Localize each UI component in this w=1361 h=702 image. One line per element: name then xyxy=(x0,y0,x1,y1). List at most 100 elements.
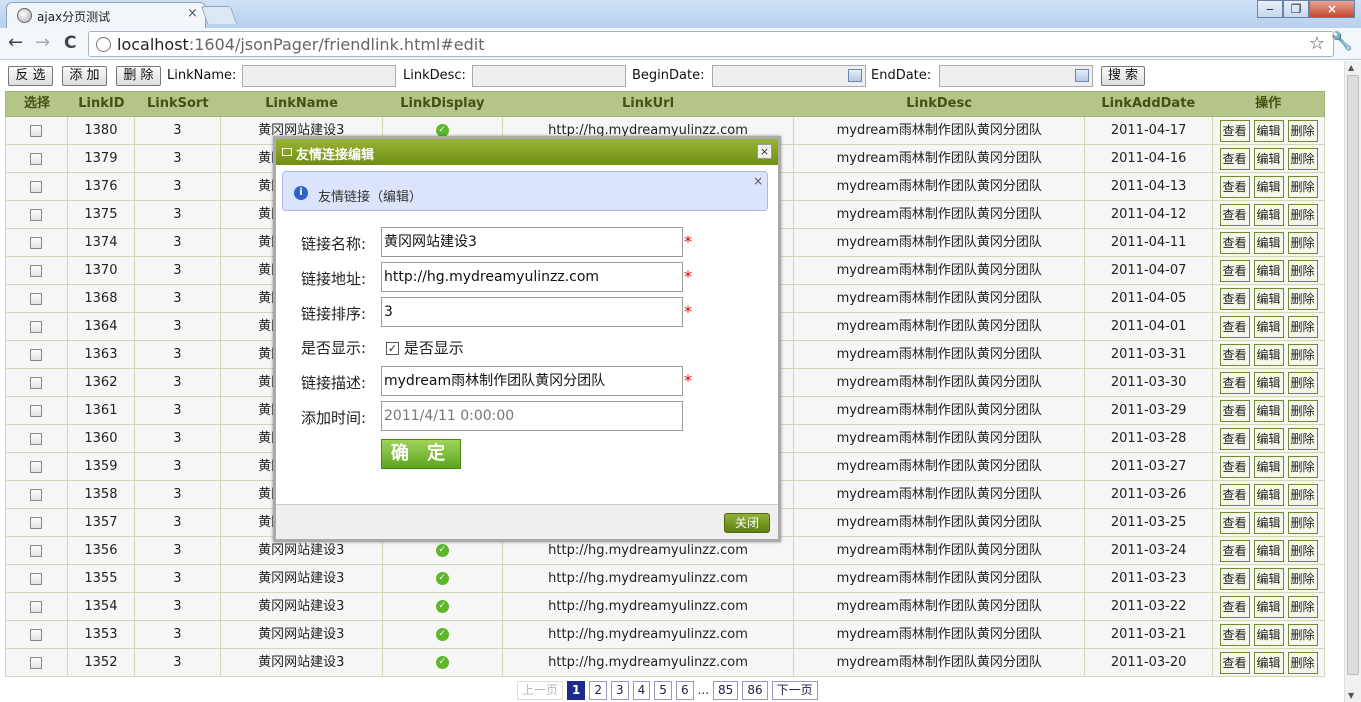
row-checkbox[interactable] xyxy=(30,656,43,669)
view-button[interactable]: 查看 xyxy=(1219,147,1250,170)
edit-button[interactable]: 编辑 xyxy=(1253,623,1284,646)
view-button[interactable]: 查看 xyxy=(1219,371,1250,394)
window-close-button[interactable]: × xyxy=(1309,0,1355,18)
view-button[interactable]: 查看 xyxy=(1219,399,1250,422)
scrollbar-thumb[interactable] xyxy=(1347,75,1359,675)
next-page-button[interactable]: 下一页 xyxy=(771,680,818,700)
prev-page-button[interactable]: 上一页 xyxy=(517,680,564,700)
desc-input[interactable]: mydream雨林制作团队黄冈分团队 xyxy=(381,366,683,396)
edit-button[interactable]: 编辑 xyxy=(1253,399,1284,422)
view-button[interactable]: 查看 xyxy=(1219,287,1250,310)
row-checkbox[interactable] xyxy=(30,180,43,193)
scroll-up-icon[interactable]: ▲ xyxy=(1348,63,1354,72)
delete-row-button[interactable]: 删除 xyxy=(1287,651,1318,674)
edit-button[interactable]: 编辑 xyxy=(1253,511,1284,534)
view-button[interactable]: 查看 xyxy=(1219,315,1250,338)
row-checkbox[interactable] xyxy=(30,404,43,417)
edit-button[interactable]: 编辑 xyxy=(1253,427,1284,450)
delete-row-button[interactable]: 删除 xyxy=(1287,539,1318,562)
row-checkbox[interactable] xyxy=(30,348,43,361)
dialog-close-button[interactable]: 关闭 xyxy=(724,513,770,533)
address-bar[interactable]: localhost:1604/jsonPager/friendlink.html… xyxy=(88,31,1334,57)
view-button[interactable]: 查看 xyxy=(1219,511,1250,534)
delete-button[interactable]: 删 除 xyxy=(116,66,161,86)
minimize-button[interactable]: ‒ xyxy=(1257,0,1283,18)
forward-arrow-icon[interactable]: → xyxy=(35,32,50,54)
page-3-button[interactable]: 3 xyxy=(611,680,629,700)
calendar-icon[interactable] xyxy=(1075,69,1089,82)
row-checkbox[interactable] xyxy=(30,124,43,137)
view-button[interactable]: 查看 xyxy=(1219,259,1250,282)
confirm-button[interactable]: 确 定 xyxy=(381,439,461,469)
page-2-button[interactable]: 2 xyxy=(589,680,608,700)
edit-button[interactable]: 编辑 xyxy=(1253,455,1284,478)
bookmark-star-icon[interactable]: ☆ xyxy=(1309,33,1325,54)
url-input[interactable]: http://hg.mydreamyulinzz.com xyxy=(381,262,683,292)
edit-button[interactable]: 编辑 xyxy=(1253,287,1284,310)
search-button[interactable]: 搜 索 xyxy=(1101,66,1145,86)
page-scrollbar[interactable]: ▲ ▼ xyxy=(1344,61,1361,702)
row-checkbox[interactable] xyxy=(30,572,43,585)
edit-button[interactable]: 编辑 xyxy=(1253,203,1284,226)
view-button[interactable]: 查看 xyxy=(1219,651,1250,674)
delete-row-button[interactable]: 删除 xyxy=(1287,371,1318,394)
delete-row-button[interactable]: 删除 xyxy=(1287,203,1318,226)
edit-button[interactable]: 编辑 xyxy=(1253,231,1284,254)
delete-row-button[interactable]: 删除 xyxy=(1287,119,1318,142)
view-button[interactable]: 查看 xyxy=(1219,455,1250,478)
linkname-input[interactable] xyxy=(242,65,396,87)
view-button[interactable]: 查看 xyxy=(1219,427,1250,450)
row-checkbox[interactable] xyxy=(30,320,43,333)
view-button[interactable]: 查看 xyxy=(1219,343,1250,366)
edit-button[interactable]: 编辑 xyxy=(1253,343,1284,366)
row-checkbox[interactable] xyxy=(30,544,43,557)
delete-row-button[interactable]: 删除 xyxy=(1287,595,1318,618)
wrench-menu-icon[interactable]: 🔧 xyxy=(1331,31,1353,52)
view-button[interactable]: 查看 xyxy=(1219,203,1250,226)
edit-button[interactable]: 编辑 xyxy=(1253,539,1284,562)
view-button[interactable]: 查看 xyxy=(1219,595,1250,618)
dialog-title-bar[interactable]: 友情连接编辑 × xyxy=(276,139,778,165)
edit-button[interactable]: 编辑 xyxy=(1253,147,1284,170)
view-button[interactable]: 查看 xyxy=(1219,483,1250,506)
edit-button[interactable]: 编辑 xyxy=(1253,595,1284,618)
delete-row-button[interactable]: 删除 xyxy=(1287,343,1318,366)
linkdesc-input[interactable] xyxy=(472,65,626,87)
edit-button[interactable]: 编辑 xyxy=(1253,371,1284,394)
page-5-button[interactable]: 5 xyxy=(654,680,672,700)
row-checkbox[interactable] xyxy=(30,488,43,501)
row-checkbox[interactable] xyxy=(30,432,43,445)
delete-row-button[interactable]: 删除 xyxy=(1287,567,1318,590)
delete-row-button[interactable]: 删除 xyxy=(1287,147,1318,170)
delete-row-button[interactable]: 删除 xyxy=(1287,399,1318,422)
edit-button[interactable]: 编辑 xyxy=(1253,315,1284,338)
edit-button[interactable]: 编辑 xyxy=(1253,567,1284,590)
page-4-button[interactable]: 4 xyxy=(632,680,651,700)
scroll-down-icon[interactable]: ▼ xyxy=(1348,691,1354,700)
page-85-button[interactable]: 85 xyxy=(713,680,739,700)
name-input[interactable]: 黄冈网站建设3 xyxy=(381,227,683,257)
delete-row-button[interactable]: 删除 xyxy=(1287,483,1318,506)
view-button[interactable]: 查看 xyxy=(1219,567,1250,590)
row-checkbox[interactable] xyxy=(30,460,43,473)
dialog-close-icon[interactable]: × xyxy=(757,144,772,159)
delete-row-button[interactable]: 删除 xyxy=(1287,175,1318,198)
delete-row-button[interactable]: 删除 xyxy=(1287,287,1318,310)
tab-close-icon[interactable]: × xyxy=(187,6,198,21)
row-checkbox[interactable] xyxy=(30,292,43,305)
time-input[interactable]: 2011/4/11 0:00:00 xyxy=(381,401,683,431)
row-checkbox[interactable] xyxy=(30,152,43,165)
edit-button[interactable]: 编辑 xyxy=(1253,175,1284,198)
delete-row-button[interactable]: 删除 xyxy=(1287,427,1318,450)
delete-row-button[interactable]: 删除 xyxy=(1287,315,1318,338)
view-button[interactable]: 查看 xyxy=(1219,623,1250,646)
add-button[interactable]: 添 加 xyxy=(62,66,107,86)
display-checkbox[interactable]: ✓ xyxy=(386,342,399,355)
row-checkbox[interactable] xyxy=(30,516,43,529)
edit-button[interactable]: 编辑 xyxy=(1253,259,1284,282)
delete-row-button[interactable]: 删除 xyxy=(1287,231,1318,254)
calendar-icon[interactable] xyxy=(848,69,862,82)
delete-row-button[interactable]: 删除 xyxy=(1287,455,1318,478)
view-button[interactable]: 查看 xyxy=(1219,539,1250,562)
back-arrow-icon[interactable]: ← xyxy=(8,32,23,54)
